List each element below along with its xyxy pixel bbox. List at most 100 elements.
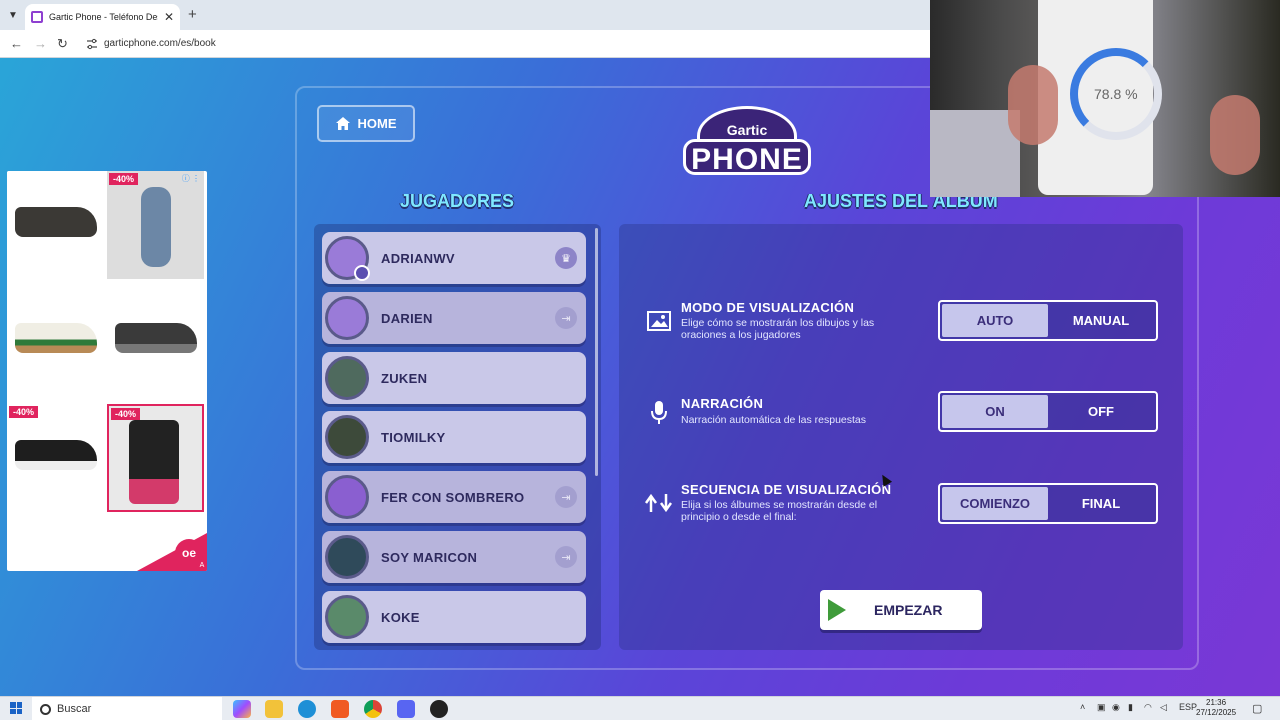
- site-settings-icon[interactable]: [86, 38, 98, 50]
- obs-icon[interactable]: [430, 700, 448, 718]
- ad-product[interactable]: -40%: [107, 404, 204, 512]
- sequence-end-option[interactable]: FINAL: [1048, 487, 1154, 520]
- webcam-overlay: 78.8 %: [930, 0, 1280, 197]
- player-avatar: [325, 236, 370, 281]
- adchoices-icon[interactable]: ⓘ ⋮: [182, 173, 200, 184]
- narration-on-option[interactable]: ON: [942, 395, 1048, 428]
- shoe-image: [15, 323, 97, 353]
- windows-start-icon[interactable]: [10, 702, 22, 714]
- display-mode-auto-option[interactable]: AUTO: [942, 304, 1048, 337]
- discord-icon[interactable]: [397, 700, 415, 718]
- player-card[interactable]: ZUKEN: [322, 352, 586, 404]
- player-name: FER CON SOMBRERO: [381, 489, 525, 505]
- clock-date: 27/12/2025: [1196, 708, 1237, 717]
- discount-badge: -40%: [109, 173, 139, 185]
- close-tab-icon[interactable]: ✕: [164, 10, 174, 24]
- edge-icon[interactable]: [298, 700, 316, 718]
- player-card[interactable]: FER CON SOMBRERO ⇥: [322, 471, 586, 523]
- ad-product[interactable]: -40%: [7, 404, 104, 512]
- ad-product[interactable]: [107, 287, 204, 395]
- image-icon: [647, 311, 671, 331]
- player-card[interactable]: KOKE: [322, 591, 586, 643]
- home-button[interactable]: HOME: [317, 105, 415, 142]
- player-name: KOKE: [381, 609, 420, 625]
- webcam-hand: [1008, 65, 1058, 145]
- file-explorer-icon[interactable]: [265, 700, 283, 718]
- address-bar: ← → ↻ garticphone.com/es/book: [0, 30, 930, 58]
- kick-player-icon[interactable]: ⇥: [555, 486, 577, 508]
- discount-badge: -40%: [111, 408, 141, 420]
- sequence-title: SECUENCIA DE VISUALIZACIÓN: [681, 482, 892, 497]
- model-image: [141, 187, 171, 267]
- ad-product[interactable]: [7, 171, 104, 279]
- host-user-icon: [354, 265, 370, 281]
- ad-product[interactable]: [7, 287, 104, 395]
- display-mode-title: MODO DE VISUALIZACIÓN: [681, 300, 855, 315]
- reload-icon[interactable]: ↻: [57, 36, 68, 52]
- back-arrow-icon[interactable]: ←: [10, 36, 23, 51]
- kick-player-icon[interactable]: ⇥: [555, 307, 577, 329]
- tray-chevron-icon[interactable]: ˄: [1080, 702, 1085, 712]
- play-icon: [828, 599, 846, 621]
- player-name: ZUKEN: [381, 370, 428, 386]
- discount-badge: -40%: [9, 406, 39, 418]
- player-avatar: [325, 296, 369, 340]
- taskbar-search[interactable]: Buscar: [32, 697, 222, 720]
- brave-icon[interactable]: [331, 700, 349, 718]
- narration-toggle: ON OFF: [938, 391, 1158, 432]
- windows-taskbar: Buscar ˄ ▣ ◉ ▮ ◠ ◁ ESP 21:36 27/12/2025 …: [0, 696, 1280, 720]
- tab-list-chevron-icon[interactable]: ▼: [4, 6, 22, 24]
- tray-app-icon[interactable]: ▮: [1128, 702, 1133, 713]
- album-settings-panel: [619, 224, 1183, 650]
- shoe-image: [15, 440, 97, 470]
- narration-off-option[interactable]: OFF: [1048, 395, 1154, 428]
- player-card[interactable]: TIOMILKY: [322, 411, 586, 463]
- player-name: TIOMILKY: [381, 429, 446, 445]
- copilot-icon[interactable]: [233, 700, 251, 718]
- kick-player-icon[interactable]: ⇥: [555, 546, 577, 568]
- player-card[interactable]: SOY MARICON ⇥: [322, 531, 586, 583]
- player-card[interactable]: ADRIANWV ♛: [322, 232, 586, 284]
- narration-title: NARRACIÓN: [681, 396, 764, 411]
- player-name: SOY MARICON: [381, 549, 478, 565]
- start-button[interactable]: EMPEZAR: [820, 590, 982, 630]
- tray-app-icon[interactable]: ▣: [1097, 702, 1106, 713]
- shoe-image: [115, 323, 197, 353]
- home-label: HOME: [357, 116, 397, 131]
- webcam-gauge-value: 78.8 %: [1094, 86, 1138, 102]
- system-clock[interactable]: 21:36 27/12/2025: [1196, 698, 1236, 718]
- volume-icon[interactable]: ◁: [1160, 702, 1167, 713]
- wifi-icon[interactable]: ◠: [1144, 702, 1152, 713]
- shoe-ad-banner[interactable]: -40% ⓘ ⋮ -40% -40% oe A: [7, 171, 207, 571]
- logo-line2: PHONE: [683, 139, 811, 176]
- new-tab-plus-icon[interactable]: +: [188, 6, 197, 23]
- gartic-favicon-icon: [31, 11, 43, 23]
- players-scrollbar[interactable]: [595, 228, 598, 476]
- sort-arrows-icon: [644, 493, 673, 513]
- tray-app-icon[interactable]: ◉: [1112, 702, 1120, 713]
- player-avatar: [325, 356, 369, 400]
- language-indicator[interactable]: ESP: [1179, 702, 1197, 712]
- browser-tab-bar: ▼ Gartic Phone - Teléfono Descon ✕ +: [0, 0, 930, 30]
- sequence-start-option[interactable]: COMIENZO: [942, 487, 1048, 520]
- browser-tab-title: Gartic Phone - Teléfono Descon: [49, 12, 158, 22]
- ad-footer: oe A: [7, 523, 207, 571]
- player-name: ADRIANWV: [381, 250, 455, 266]
- webcam-hand: [1210, 95, 1260, 175]
- sequence-toggle: COMIENZO FINAL: [938, 483, 1158, 524]
- ad-product[interactable]: -40% ⓘ ⋮: [107, 171, 204, 279]
- model-image: [129, 420, 179, 504]
- players-title: JUGADORES: [400, 191, 515, 211]
- notifications-icon[interactable]: ▢: [1252, 702, 1262, 715]
- display-mode-manual-option[interactable]: MANUAL: [1048, 304, 1154, 337]
- url-text[interactable]: garticphone.com/es/book: [104, 38, 216, 49]
- player-name: DARIEN: [381, 310, 433, 326]
- logo-line1: Gartic: [726, 122, 768, 138]
- gartic-phone-logo: Gartic PHONE: [683, 106, 811, 182]
- chrome-icon[interactable]: [364, 700, 382, 718]
- start-label: EMPEZAR: [874, 602, 943, 618]
- browser-tab-active[interactable]: Gartic Phone - Teléfono Descon ✕: [25, 4, 180, 30]
- player-card[interactable]: DARIEN ⇥: [322, 292, 586, 344]
- narration-desc: Narración automática de las respuestas: [681, 414, 867, 426]
- forward-arrow-icon[interactable]: →: [34, 36, 47, 51]
